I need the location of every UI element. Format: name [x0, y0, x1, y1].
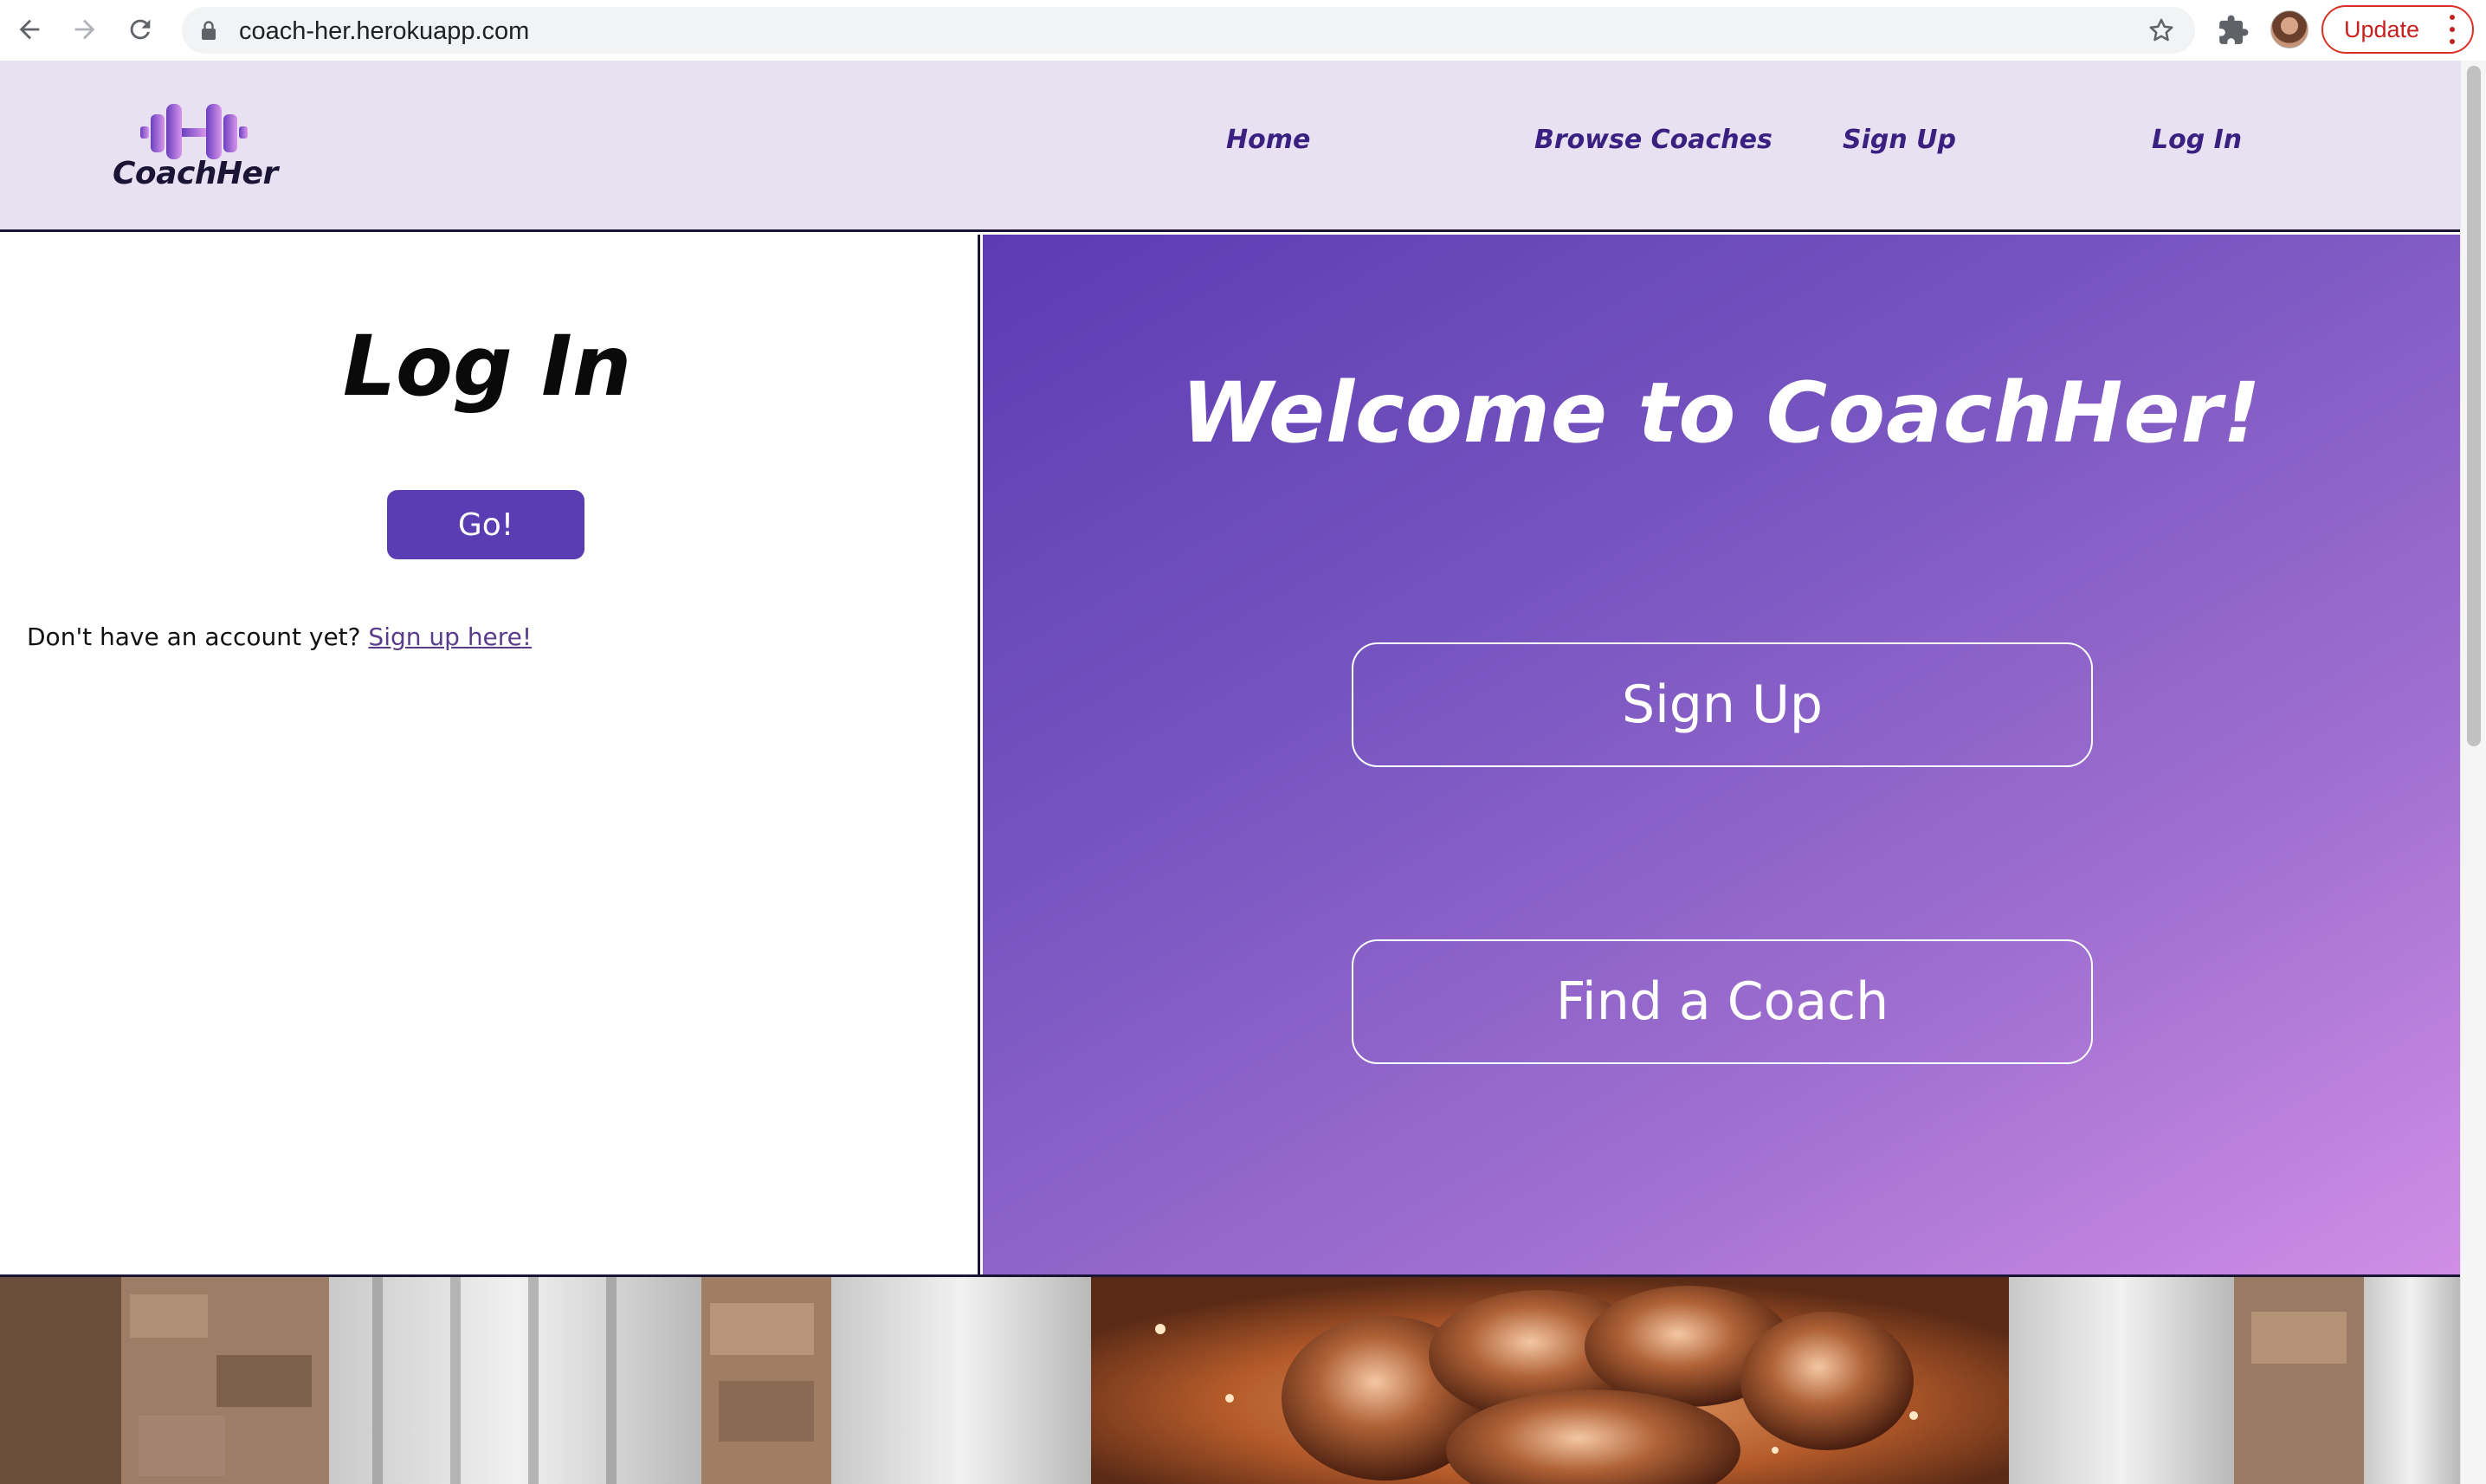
logo-text: CoachHer: [113, 156, 278, 191]
nav-browse-coaches[interactable]: Browse Coaches: [1534, 125, 1772, 155]
hero-photo: [0, 1274, 2460, 1484]
extensions-puzzle-icon[interactable]: [2217, 14, 2250, 47]
update-button[interactable]: Update: [2321, 5, 2474, 54]
dumbbell-logo-icon: [140, 104, 248, 159]
profile-avatar[interactable]: [2270, 10, 2308, 48]
back-arrow-icon[interactable]: [10, 10, 48, 48]
update-label: Update: [2344, 16, 2420, 42]
login-title: Log In: [342, 318, 632, 415]
kebab-menu-icon: [2450, 15, 2457, 44]
login-panel: Log In Go! Don't have an account yet? Si…: [0, 235, 980, 1274]
signup-here-link[interactable]: Sign up here!: [368, 623, 532, 651]
no-account-text: Don't have an account yet?: [27, 623, 361, 651]
site-header: CoachHer Home Browse Coaches Sign Up Log…: [0, 61, 2460, 232]
lock-icon: [202, 21, 216, 40]
forward-arrow-icon[interactable]: [66, 10, 104, 48]
star-icon[interactable]: [2147, 16, 2176, 45]
no-account-prompt: Don't have an account yet? Sign up here!: [27, 623, 532, 651]
address-bar[interactable]: coach-her.herokuapp.com: [182, 7, 2195, 54]
nav-log-in[interactable]: Log In: [2152, 125, 2242, 155]
welcome-heading: Welcome to CoachHer!: [1181, 365, 2262, 461]
reload-icon[interactable]: [121, 10, 159, 48]
site-logo[interactable]: CoachHer: [113, 104, 286, 199]
scrollbar-thumb[interactable]: [2467, 66, 2481, 746]
go-button[interactable]: Go!: [387, 490, 584, 559]
hero-panel: Welcome to CoachHer! Sign Up Find a Coac…: [983, 235, 2460, 1274]
nav-sign-up[interactable]: Sign Up: [1843, 125, 1956, 155]
nav-home[interactable]: Home: [1226, 125, 1310, 155]
url-text: coach-her.herokuapp.com: [239, 17, 530, 45]
hero-signup-button[interactable]: Sign Up: [1352, 642, 2093, 767]
find-coach-button[interactable]: Find a Coach: [1352, 939, 2093, 1064]
page-scrollbar[interactable]: [2460, 61, 2486, 1484]
browser-toolbar: coach-her.herokuapp.com Update: [0, 0, 2486, 61]
